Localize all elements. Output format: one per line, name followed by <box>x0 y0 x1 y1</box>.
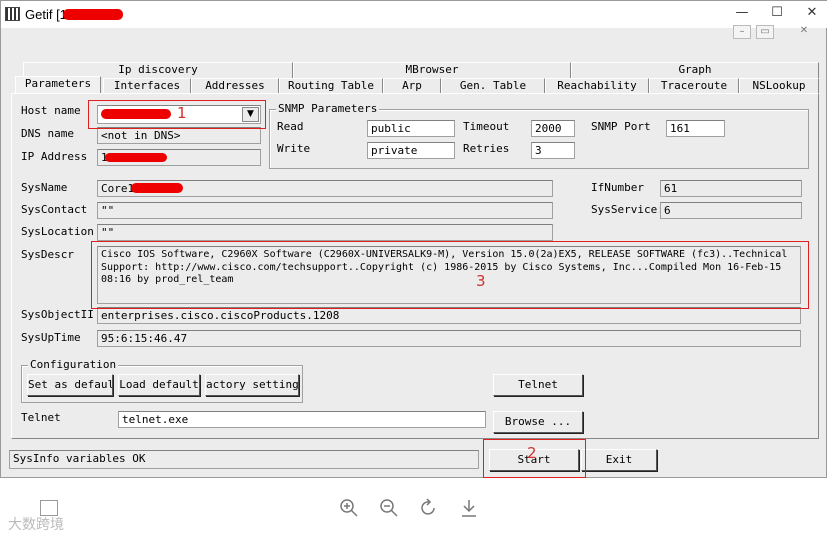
download-icon[interactable] <box>459 498 479 518</box>
factory-setting-button[interactable]: actory setting <box>205 374 299 396</box>
telnet-path-input[interactable]: telnet.exe <box>118 411 486 428</box>
write-community-label: Write <box>277 142 311 155</box>
tab-nslookup[interactable]: NSLookup <box>739 78 819 94</box>
snmp-port-input[interactable]: 161 <box>666 120 725 137</box>
status-bar: SysInfo variables OK <box>9 450 479 469</box>
annotation-mark-2: 2 <box>527 444 537 462</box>
tab-reachability[interactable]: Reachability <box>545 78 649 94</box>
sysname-label: SysName <box>21 181 68 194</box>
load-default-button[interactable]: Load default <box>118 374 200 396</box>
ip-address-label: IP Address <box>21 150 88 163</box>
redaction-mark <box>105 153 167 162</box>
tab-parameters[interactable]: Parameters <box>15 76 101 94</box>
snmp-port-label: SNMP Port <box>591 120 651 133</box>
redaction-mark <box>131 183 183 193</box>
app-icon <box>5 7 20 21</box>
retries-input[interactable]: 3 <box>531 142 575 159</box>
configuration-group-title: Configuration <box>28 358 119 371</box>
minimize-button[interactable]: — <box>731 5 753 21</box>
telnet-button[interactable]: Telnet <box>493 374 583 396</box>
syslocation-label: SysLocation <box>21 225 94 238</box>
retries-label: Retries <box>463 142 510 155</box>
tab-routing-table[interactable]: Routing Table <box>279 78 383 94</box>
sysobjectid-field: enterprises.cisco.ciscoProducts.1208 <box>97 307 801 324</box>
annotation-mark-3: 3 <box>476 272 486 290</box>
read-community-label: Read <box>277 120 304 133</box>
ifnumber-field: 61 <box>660 180 802 197</box>
sysservice-field: 6 <box>660 202 802 219</box>
host-name-label: Host name <box>21 104 81 117</box>
set-as-default-button[interactable]: Set as default <box>27 374 113 396</box>
syscontact-label: SysContact <box>21 203 88 216</box>
zoom-out-icon[interactable] <box>379 498 399 518</box>
snmp-parameters-group: SNMP Parameters <box>269 102 809 169</box>
timeout-label: Timeout <box>463 120 510 133</box>
getif-window: Getif [1 — ☐ ✕ – ▭ ✕ Ip discovery MBrows… <box>0 0 827 478</box>
snmp-group-title: SNMP Parameters <box>276 102 380 115</box>
sysuptime-label: SysUpTime <box>21 331 81 344</box>
watermark: 大数跨境 <box>8 517 64 533</box>
redaction-mark <box>63 9 123 20</box>
tab-interfaces[interactable]: Interfaces <box>103 78 191 94</box>
mdi-minimize-icon[interactable]: – <box>733 25 751 39</box>
timeout-input[interactable]: 2000 <box>531 120 575 137</box>
tab-traceroute[interactable]: Traceroute <box>649 78 739 94</box>
sysuptime-field: 95:6:15:46.47 <box>97 330 801 347</box>
mdi-restore-icon[interactable]: ▭ <box>756 25 774 39</box>
sysdescr-label: SysDescr <box>21 248 74 261</box>
tab-mbrowser[interactable]: MBrowser <box>293 62 571 78</box>
mdi-close-icon[interactable]: ✕ <box>795 25 813 39</box>
syscontact-field: "" <box>97 202 553 219</box>
title-bar: Getif [1 — ☐ ✕ <box>1 1 827 28</box>
window-title: Getif [1 <box>25 7 67 22</box>
dns-name-label: DNS name <box>21 127 74 140</box>
close-button[interactable]: ✕ <box>801 5 823 21</box>
tab-graph[interactable]: Graph <box>571 62 819 78</box>
read-community-input[interactable]: public <box>367 120 455 137</box>
sysobjectid-label: SysObjectII <box>21 308 94 321</box>
telnet-label: Telnet <box>21 411 61 424</box>
write-community-input[interactable]: private <box>367 142 455 159</box>
dns-name-field: <not in DNS> <box>97 127 261 144</box>
syslocation-field: "" <box>97 224 553 241</box>
zoom-in-icon[interactable] <box>339 498 359 518</box>
ifnumber-label: IfNumber <box>591 181 644 194</box>
browse-button[interactable]: Browse ... <box>493 411 583 433</box>
annotation-box-3 <box>91 241 809 309</box>
tab-arp[interactable]: Arp <box>383 78 441 94</box>
annotation-mark-1: 1 <box>177 104 187 122</box>
maximize-button[interactable]: ☐ <box>766 5 788 21</box>
sysservice-label: SysService: <box>591 203 664 216</box>
rotate-icon[interactable] <box>419 498 439 518</box>
tab-addresses[interactable]: Addresses <box>191 78 279 94</box>
exit-button[interactable]: Exit <box>581 449 657 471</box>
tab-gen-table[interactable]: Gen. Table <box>441 78 545 94</box>
